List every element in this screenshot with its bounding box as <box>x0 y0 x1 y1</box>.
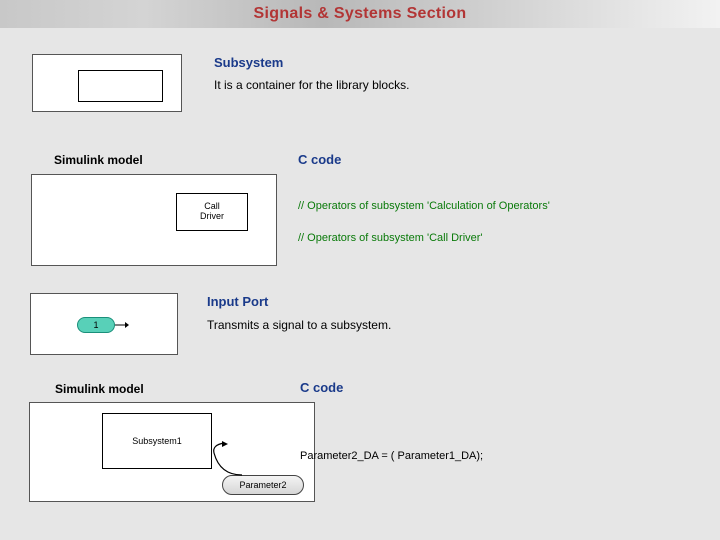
code-comment-2: // Operators of subsystem 'Call Driver' <box>298 232 483 244</box>
call-driver-block: Call Driver <box>176 193 248 231</box>
curved-arrow-icon <box>202 441 250 481</box>
subsystem1-block: Subsystem1 <box>102 413 212 469</box>
page-title: Signals & Systems Section <box>254 5 467 23</box>
ccode-label-1: C code <box>298 152 341 167</box>
subsystem1-label: Subsystem1 <box>132 436 182 446</box>
ccode-label-2: C code <box>300 380 343 395</box>
parameter2-label: Parameter2 <box>239 480 286 490</box>
code-comment-1: // Operators of subsystem 'Calculation o… <box>298 200 550 212</box>
code-line-1: Parameter2_DA = ( Parameter1_DA); <box>300 450 483 462</box>
subsystem-description: It is a container for the library blocks… <box>214 78 409 92</box>
input-port-description: Transmits a signal to a subsystem. <box>207 318 391 332</box>
port-arrow-icon <box>115 320 129 330</box>
simulink-label-1: Simulink model <box>54 153 143 167</box>
subsystem-heading: Subsystem <box>214 55 283 70</box>
input-port-figure: 1 <box>30 293 178 355</box>
simulink-label-2: Simulink model <box>55 382 144 396</box>
title-bar: Signals & Systems Section <box>0 0 720 28</box>
example1-model: Call Driver <box>31 174 277 266</box>
subsystem-empty-block <box>78 70 163 102</box>
port-number: 1 <box>93 320 98 330</box>
input-port-heading: Input Port <box>207 294 268 309</box>
example2-model: Subsystem1 Parameter2 <box>29 402 315 502</box>
subsystem-figure <box>32 54 182 112</box>
port-pill: 1 <box>77 317 115 333</box>
call-driver-label: Call Driver <box>200 202 224 222</box>
